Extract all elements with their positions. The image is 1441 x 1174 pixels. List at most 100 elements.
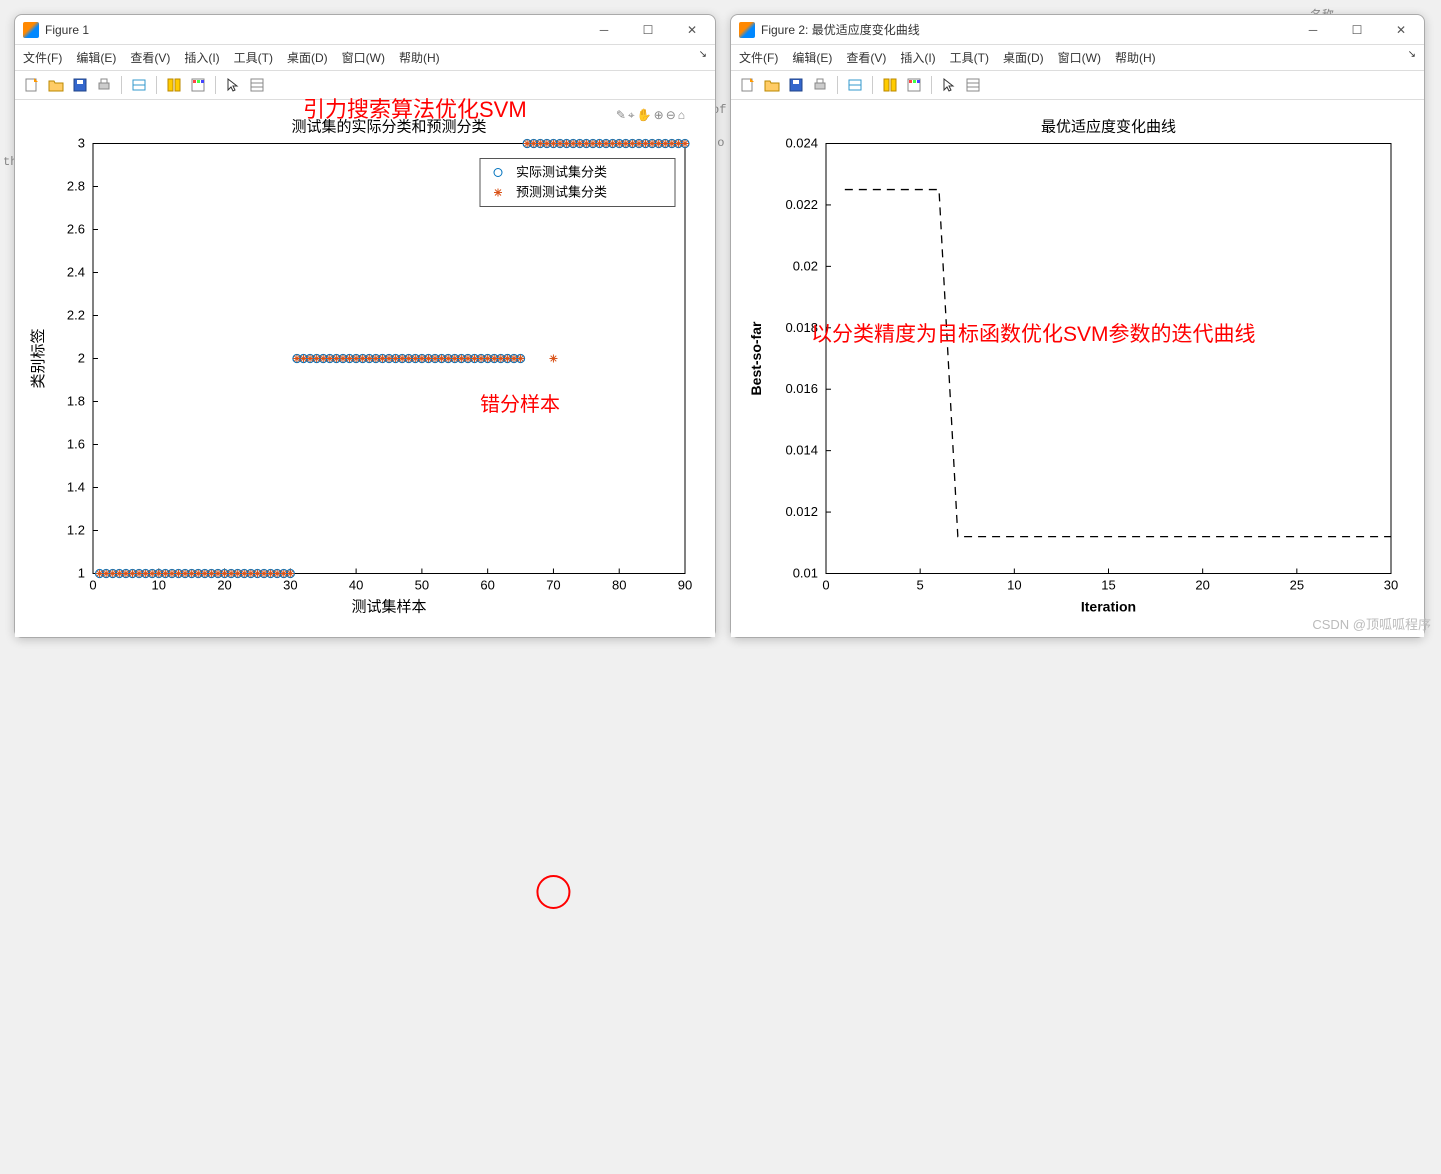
pointer-button[interactable] <box>938 74 960 96</box>
svg-text:20: 20 <box>217 578 231 593</box>
axes-toolbar: ✎ ⌖ ✋ ⊕ ⊖ ⌂ <box>616 108 685 123</box>
svg-text:最优适应度变化曲线: 最优适应度变化曲线 <box>1041 118 1176 136</box>
svg-text:90: 90 <box>678 578 692 593</box>
print-button[interactable] <box>93 74 115 96</box>
menu-window[interactable]: 窗口(W) <box>342 49 385 66</box>
svg-text:预测测试集分类: 预测测试集分类 <box>516 185 607 200</box>
menu-window[interactable]: 窗口(W) <box>1058 49 1101 66</box>
menu-overflow-icon[interactable]: ↘ <box>1408 49 1416 66</box>
inspector-button[interactable] <box>962 74 984 96</box>
close-button[interactable]: ✕ <box>1386 20 1416 40</box>
menu-tools[interactable]: 工具(T) <box>950 49 989 66</box>
minimize-button[interactable]: ─ <box>589 20 619 40</box>
menu-view[interactable]: 查看(V) <box>130 49 170 66</box>
menu-help[interactable]: 帮助(H) <box>1115 49 1156 66</box>
menu-overflow-icon[interactable]: ↘ <box>699 49 707 66</box>
matlab-icon <box>739 22 755 38</box>
svg-text:1: 1 <box>78 566 85 581</box>
svg-text:60: 60 <box>480 578 494 593</box>
menu-tools[interactable]: 工具(T) <box>234 49 273 66</box>
toolbar <box>15 71 715 100</box>
svg-text:25: 25 <box>1290 578 1304 593</box>
svg-text:0.024: 0.024 <box>785 136 818 151</box>
window-title: Figure 2: 最优适应度变化曲线 <box>761 21 1298 38</box>
svg-text:30: 30 <box>1384 578 1398 593</box>
inspector-button[interactable] <box>246 74 268 96</box>
figure-2-window: Figure 2: 最优适应度变化曲线 ─ ☐ ✕ 文件(F) 编辑(E) 查看… <box>730 14 1425 638</box>
svg-text:2.2: 2.2 <box>67 308 85 323</box>
link-button[interactable] <box>844 74 866 96</box>
svg-text:2.4: 2.4 <box>67 265 85 280</box>
new-figure-button[interactable] <box>737 74 759 96</box>
svg-text:1.4: 1.4 <box>67 480 85 495</box>
svg-text:10: 10 <box>1007 578 1021 593</box>
menu-edit[interactable]: 编辑(E) <box>76 49 116 66</box>
svg-text:测试集的实际分类和预测分类: 测试集的实际分类和预测分类 <box>291 119 486 136</box>
menu-edit[interactable]: 编辑(E) <box>792 49 832 66</box>
menu-insert[interactable]: 插入(I) <box>900 49 935 66</box>
svg-text:2.6: 2.6 <box>67 222 85 237</box>
colorbar-button[interactable] <box>187 74 209 96</box>
titlebar[interactable]: Figure 1 ─ ☐ ✕ <box>15 15 715 45</box>
svg-text:0.022: 0.022 <box>785 197 818 212</box>
data-cursor-button[interactable] <box>163 74 185 96</box>
plot-area-1: 引力搜索算法优化SVM ✎ ⌖ ✋ ⊕ ⊖ ⌂ 0102030405060708… <box>15 100 715 637</box>
colorbar-button[interactable] <box>903 74 925 96</box>
maximize-button[interactable]: ☐ <box>633 20 663 40</box>
svg-text:Best-so-far: Best-so-far <box>748 321 764 395</box>
matlab-icon <box>23 22 39 38</box>
svg-text:0.018: 0.018 <box>785 320 818 335</box>
svg-text:3: 3 <box>78 136 85 151</box>
svg-text:测试集样本: 测试集样本 <box>351 599 426 616</box>
menu-insert[interactable]: 插入(I) <box>184 49 219 66</box>
window-title: Figure 1 <box>45 23 589 37</box>
svg-text:0.014: 0.014 <box>785 443 818 458</box>
minimize-button[interactable]: ─ <box>1298 20 1328 40</box>
maximize-button[interactable]: ☐ <box>1342 20 1372 40</box>
svg-text:0.01: 0.01 <box>793 566 818 581</box>
svg-text:0: 0 <box>89 578 96 593</box>
svg-text:15: 15 <box>1101 578 1115 593</box>
svg-text:20: 20 <box>1195 578 1209 593</box>
save-button[interactable] <box>69 74 91 96</box>
svg-text:2: 2 <box>78 351 85 366</box>
open-button[interactable] <box>45 74 67 96</box>
pan-icon[interactable]: ✋ <box>637 108 652 123</box>
datatip-icon[interactable]: ⌖ <box>628 108 635 123</box>
svg-text:0: 0 <box>822 578 829 593</box>
figure-1-window: Figure 1 ─ ☐ ✕ 文件(F) 编辑(E) 查看(V) 插入(I) 工… <box>14 14 716 638</box>
svg-text:50: 50 <box>415 578 429 593</box>
menu-desktop[interactable]: 桌面(D) <box>287 49 328 66</box>
svg-text:Iteration: Iteration <box>1081 599 1136 615</box>
home-icon[interactable]: ⌂ <box>678 108 685 123</box>
menu-view[interactable]: 查看(V) <box>846 49 886 66</box>
svg-text:1.8: 1.8 <box>67 394 85 409</box>
svg-text:实际测试集分类: 实际测试集分类 <box>516 165 607 180</box>
data-cursor-button[interactable] <box>879 74 901 96</box>
menu-help[interactable]: 帮助(H) <box>399 49 440 66</box>
svg-text:80: 80 <box>612 578 626 593</box>
close-button[interactable]: ✕ <box>677 20 707 40</box>
svg-text:类别标签: 类别标签 <box>30 328 47 388</box>
brush-icon[interactable]: ✎ <box>616 108 626 123</box>
svg-text:30: 30 <box>283 578 297 593</box>
new-figure-button[interactable] <box>21 74 43 96</box>
menubar: 文件(F) 编辑(E) 查看(V) 插入(I) 工具(T) 桌面(D) 窗口(W… <box>15 45 715 71</box>
open-button[interactable] <box>761 74 783 96</box>
menu-file[interactable]: 文件(F) <box>23 49 62 66</box>
svg-text:5: 5 <box>917 578 924 593</box>
link-button[interactable] <box>128 74 150 96</box>
titlebar[interactable]: Figure 2: 最优适应度变化曲线 ─ ☐ ✕ <box>731 15 1424 45</box>
menu-file[interactable]: 文件(F) <box>739 49 778 66</box>
watermark: CSDN @顶呱呱程序 <box>1312 614 1431 633</box>
menubar: 文件(F) 编辑(E) 查看(V) 插入(I) 工具(T) 桌面(D) 窗口(W… <box>731 45 1424 71</box>
save-button[interactable] <box>785 74 807 96</box>
pointer-button[interactable] <box>222 74 244 96</box>
zoomout-icon[interactable]: ⊖ <box>666 108 676 123</box>
scatter-chart: 010203040506070809011.21.41.61.822.22.42… <box>15 100 715 637</box>
zoomin-icon[interactable]: ⊕ <box>654 108 664 123</box>
svg-text:2.8: 2.8 <box>67 179 85 194</box>
menu-desktop[interactable]: 桌面(D) <box>1003 49 1044 66</box>
line-chart: 0510152025300.010.0120.0140.0160.0180.02… <box>731 100 1424 637</box>
print-button[interactable] <box>809 74 831 96</box>
